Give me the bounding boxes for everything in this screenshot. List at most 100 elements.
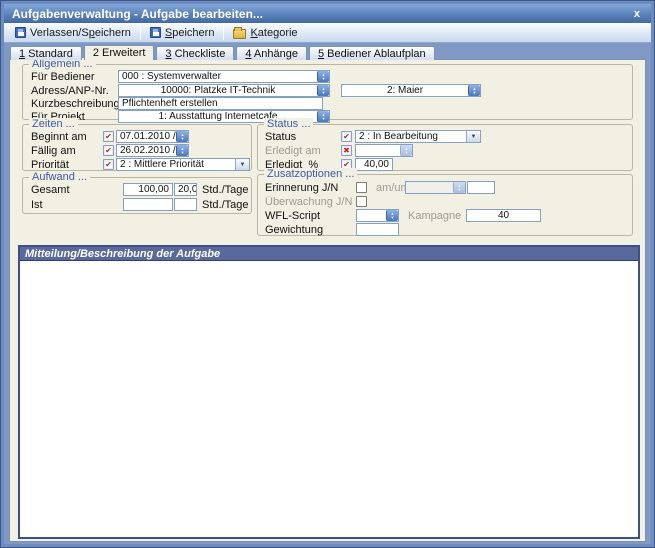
save-label: Speichern — [165, 27, 215, 39]
ist-unit-label: Std./Tage — [202, 199, 248, 211]
adress-anp-label: Adress/ANP-Nr. — [31, 85, 118, 97]
group-allgemein: Allgemein ... Für Bediener 000 : Systemv… — [22, 64, 633, 120]
ist-tage-input[interactable] — [174, 198, 197, 211]
erinnerung-zeit-combo[interactable]: ▲▼ — [405, 181, 466, 194]
group-status: Status ... Status ✔ 2 : In Bearbeitung ▼… — [257, 124, 633, 171]
arrow-down-icon: ▼ — [322, 77, 326, 80]
tab-erweitert[interactable]: 2 Erweitert — [84, 45, 155, 60]
app-window: Aufgabenverwaltung - Aufgabe bearbeiten.… — [0, 0, 655, 548]
spinner-button[interactable]: ▲▼ — [176, 145, 188, 156]
gesamt-label: Gesamt — [31, 184, 123, 196]
spinner-button[interactable]: ▲▼ — [400, 145, 412, 156]
faellig-am-input[interactable]: 26.02.2010 /Fr ▲▼ — [116, 144, 189, 157]
gewichtung-input[interactable] — [356, 223, 399, 236]
erinnerung-label: Erinnerung J/N — [265, 182, 356, 194]
ist-stunden-input[interactable] — [123, 198, 173, 211]
tab-page-erweitert: Allgemein ... Für Bediener 000 : Systemv… — [9, 59, 646, 542]
leave-save-label: Verlassen/Speichern — [30, 27, 131, 39]
tab-checkliste[interactable]: 3 Checkliste — [156, 46, 234, 60]
wfl-script-label: WFL-Script — [265, 210, 356, 222]
spinner-button[interactable]: ▲▼ — [468, 85, 480, 96]
status-label: Status — [265, 131, 341, 143]
arrow-down-icon: ▼ — [471, 134, 477, 140]
save-icon — [15, 27, 26, 38]
group-aufwand: Aufwand ... Gesamt 100,00 20,0 Std./Tage… — [22, 177, 252, 214]
arrow-down-icon: ▼ — [240, 162, 246, 168]
fuer-bediener-label: Für Bediener — [31, 71, 118, 83]
spinner-button[interactable]: ▲▼ — [176, 131, 188, 142]
category-label: Kategorie — [250, 27, 297, 39]
prioritaet-combo[interactable]: 2 : Mittlere Priorität ▼ — [116, 158, 250, 171]
close-icon[interactable]: x — [631, 8, 643, 20]
spinner-button[interactable]: ▲▼ — [317, 111, 329, 122]
faellig-am-label: Fällig am — [31, 145, 103, 157]
mitteilung-header: Mitteilung/Beschreibung der Aufgabe — [20, 247, 638, 261]
beginnt-am-checkbox[interactable]: ✔ — [103, 131, 114, 142]
beginnt-am-label: Beginnt am — [31, 131, 103, 143]
group-zusatzoptionen-title: Zusatzoptionen ... — [264, 168, 357, 180]
prioritaet-label: Priorität — [31, 159, 103, 171]
tab-bediener-ablaufplan[interactable]: 5 Bediener Ablaufplan — [309, 46, 435, 60]
arrow-down-icon: ▼ — [181, 137, 185, 140]
group-aufwand-title: Aufwand ... — [29, 171, 90, 183]
mitteilung-textarea[interactable] — [20, 262, 638, 537]
group-zeiten: Zeiten ... Beginnt am ✔ 07.01.2010 /Do ▲… — [22, 124, 252, 171]
wfl-script-combo[interactable]: ▲▼ — [356, 209, 399, 222]
spinner-button[interactable]: ▲▼ — [453, 182, 465, 193]
status-checkbox[interactable]: ✔ — [341, 131, 352, 142]
title-bar[interactable]: Aufgabenverwaltung - Aufgabe bearbeiten.… — [4, 4, 651, 23]
toolbar: Verlassen/Speichern Speichern Kategorie — [4, 23, 651, 43]
faellig-am-checkbox[interactable]: ✔ — [103, 145, 114, 156]
ueberwachung-checkbox[interactable] — [356, 196, 367, 207]
form-background: 1 Standard 2 Erweitert 3 Checkliste 4 An… — [4, 43, 651, 544]
kurzbeschreibung-input[interactable]: Pflichtenheft erstellen — [118, 97, 323, 110]
mitteilung-panel: Mitteilung/Beschreibung der Aufgabe — [18, 245, 640, 539]
arrow-down-icon: ▼ — [322, 91, 326, 94]
kampagne-input[interactable]: 40 — [466, 209, 541, 222]
fuer-bediener-combo[interactable]: 000 : Systemverwalter ▲▼ — [118, 70, 330, 83]
dropdown-button[interactable]: ▼ — [235, 159, 249, 170]
tab-standard[interactable]: 1 Standard — [10, 46, 82, 60]
save-button[interactable]: Speichern — [144, 25, 221, 41]
erledigt-prozent-input[interactable]: 40,00 — [355, 158, 393, 171]
gesamt-stunden-input[interactable]: 100,00 — [123, 183, 173, 196]
erledigt-am-label: Erledigt am — [265, 145, 341, 157]
toolbar-separator — [223, 26, 224, 40]
ansprechpartner-combo[interactable]: 2: Maier ▲▼ — [341, 84, 481, 97]
dropdown-button[interactable]: ▼ — [466, 131, 480, 142]
gesamt-unit-label: Std./Tage — [202, 184, 248, 196]
category-button[interactable]: Kategorie — [227, 25, 303, 41]
leave-save-button[interactable]: Verlassen/Speichern — [9, 25, 137, 41]
ist-label: Ist — [31, 199, 123, 211]
gewichtung-label: Gewichtung — [265, 224, 356, 236]
spinner-button[interactable]: ▲▼ — [317, 71, 329, 82]
arrow-down-icon: ▼ — [322, 117, 326, 120]
arrow-down-icon: ▼ — [473, 91, 477, 94]
kampagne-label: Kampagne — [408, 210, 466, 222]
status-combo[interactable]: 2 : In Bearbeitung ▼ — [355, 130, 481, 143]
spinner-button[interactable]: ▲▼ — [386, 210, 398, 221]
arrow-down-icon: ▼ — [181, 151, 185, 154]
toolbar-separator — [140, 26, 141, 40]
folder-open-icon — [233, 29, 246, 39]
erinnerung-zusatz-input[interactable] — [467, 181, 495, 194]
adress-anp-combo[interactable]: 10000: Platzke IT-Technik ▲▼ — [118, 84, 330, 97]
window-title: Aufgabenverwaltung - Aufgabe bearbeiten.… — [12, 7, 263, 21]
arrow-down-icon: ▼ — [405, 151, 409, 154]
erledigt-am-checkbox[interactable]: ✖ — [341, 145, 352, 156]
erinnerung-checkbox[interactable] — [356, 182, 367, 193]
gesamt-tage-input[interactable]: 20,0 — [174, 183, 197, 196]
arrow-down-icon: ▼ — [391, 216, 395, 219]
beginnt-am-input[interactable]: 07.01.2010 /Do ▲▼ — [116, 130, 189, 143]
tab-strip: 1 Standard 2 Erweitert 3 Checkliste 4 An… — [10, 45, 437, 60]
ueberwachung-label: Überwachung J/N — [265, 196, 356, 208]
prioritaet-checkbox[interactable]: ✔ — [103, 159, 114, 170]
spinner-button[interactable]: ▲▼ — [317, 85, 329, 96]
group-zusatzoptionen: Zusatzoptionen ... Erinnerung J/N am/um … — [257, 174, 633, 236]
tab-anhaenge[interactable]: 4 Anhänge — [236, 46, 307, 60]
erledigt-am-input[interactable]: ▲▼ — [355, 144, 413, 157]
kurzbeschreibung-label: Kurzbeschreibung — [31, 98, 118, 110]
group-zeiten-title: Zeiten ... — [29, 118, 78, 130]
am-um-label: am/um — [376, 182, 405, 194]
save-icon — [150, 27, 161, 38]
